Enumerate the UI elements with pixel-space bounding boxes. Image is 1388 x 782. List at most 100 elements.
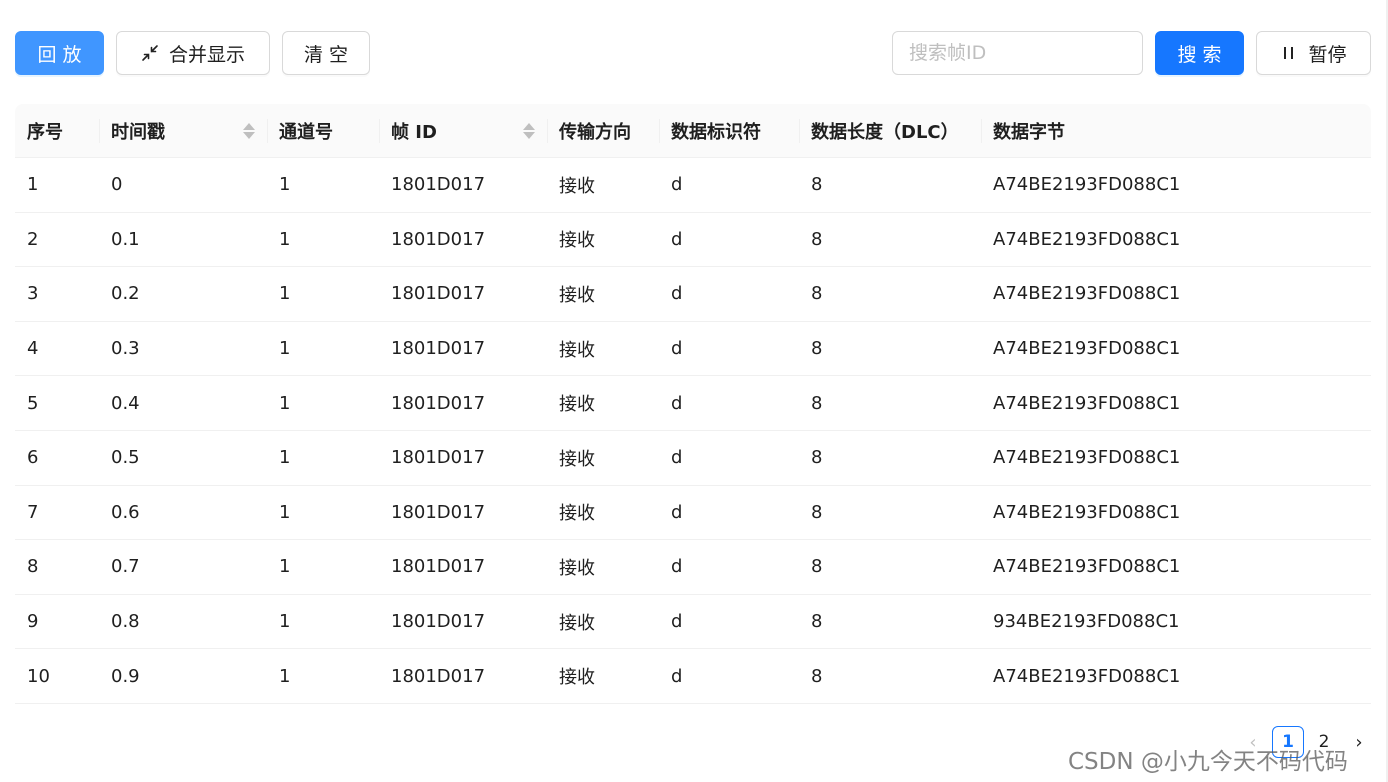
column-header-frame-id[interactable]: 帧 ID: [379, 104, 547, 158]
table-row[interactable]: 4 0.3 1 1801D017 接收 d 8 A74BE2193FD088C1: [15, 322, 1371, 377]
cell-data-bytes: A74BE2193FD088C1: [993, 283, 1181, 305]
cell-timestamp: 0.5: [111, 447, 140, 469]
cell-frame-id: 1801D017: [391, 338, 486, 360]
shrink-icon: [141, 44, 159, 62]
cell-index: 5: [27, 392, 39, 414]
cell-direction: 接收: [559, 612, 595, 634]
table-row[interactable]: 10 0.9 1 1801D017 接收 d 8 A74BE2193FD088C1: [15, 649, 1371, 704]
cell-index: 7: [27, 501, 39, 523]
cell-frame-id: 1801D017: [391, 447, 486, 469]
can-frame-table: 序号 时间戳 通道号 帧 ID 传输方向 数据标识符 数据长度（DLC） 数据字…: [15, 104, 1371, 704]
table-row[interactable]: 3 0.2 1 1801D017 接收 d 8 A74BE2193FD088C1: [15, 267, 1371, 322]
table-row[interactable]: 9 0.8 1 1801D017 接收 d 8 934BE2193FD088C1: [15, 595, 1371, 650]
pause-button[interactable]: 暂停: [1256, 31, 1371, 75]
clear-button-label: 清空: [303, 43, 354, 66]
cell-dlc: 8: [811, 447, 823, 469]
cell-direction: 接收: [559, 667, 595, 689]
cell-direction: 接收: [559, 448, 595, 470]
cell-data-bytes: A74BE2193FD088C1: [993, 501, 1181, 523]
column-header-timestamp[interactable]: 时间戳: [99, 104, 267, 158]
toolbar: 回放 合并显示 清空 搜索 暂停: [15, 31, 1371, 75]
cell-frame-id: 1801D017: [391, 556, 486, 578]
column-header-channel: 通道号: [267, 104, 379, 158]
cell-data-bytes: A74BE2193FD088C1: [993, 338, 1181, 360]
cell-data-identifier: d: [671, 611, 683, 633]
cell-index: 10: [27, 665, 50, 687]
cell-dlc: 8: [811, 174, 823, 196]
cell-channel: 1: [279, 556, 291, 578]
cell-dlc: 8: [811, 501, 823, 523]
cell-dlc: 8: [811, 556, 823, 578]
next-page-icon[interactable]: ›: [1344, 726, 1374, 758]
cell-direction: 接收: [559, 503, 595, 525]
cell-channel: 1: [279, 447, 291, 469]
search-button[interactable]: 搜索: [1155, 31, 1244, 75]
cell-dlc: 8: [811, 665, 823, 687]
cell-timestamp: 0.2: [111, 283, 140, 305]
table-row[interactable]: 2 0.1 1 1801D017 接收 d 8 A74BE2193FD088C1: [15, 213, 1371, 268]
cell-channel: 1: [279, 338, 291, 360]
cell-timestamp: 0.4: [111, 392, 140, 414]
cell-index: 6: [27, 447, 39, 469]
table-row[interactable]: 6 0.5 1 1801D017 接收 d 8 A74BE2193FD088C1: [15, 431, 1371, 486]
playback-button[interactable]: 回放: [15, 31, 104, 75]
cell-data-identifier: d: [671, 174, 683, 196]
cell-data-identifier: d: [671, 447, 683, 469]
pause-button-label: 暂停: [1308, 43, 1347, 66]
column-header-direction: 传输方向: [547, 104, 659, 158]
search-frame-id-input[interactable]: [892, 31, 1143, 75]
cell-dlc: 8: [811, 228, 823, 250]
merge-display-button-label: 合并显示: [168, 43, 245, 66]
column-header-dlc: 数据长度（DLC）: [799, 104, 981, 158]
cell-timestamp: 0.1: [111, 228, 140, 250]
cell-direction: 接收: [559, 394, 595, 416]
cell-channel: 1: [279, 611, 291, 633]
cell-data-bytes: 934BE2193FD088C1: [993, 611, 1180, 633]
cell-channel: 1: [279, 501, 291, 523]
table-row[interactable]: 1 0 1 1801D017 接收 d 8 A74BE2193FD088C1: [15, 158, 1371, 213]
pause-icon: [1280, 44, 1298, 62]
cell-channel: 1: [279, 228, 291, 250]
table-header: 序号 时间戳 通道号 帧 ID 传输方向 数据标识符 数据长度（DLC） 数据字…: [15, 104, 1371, 158]
cell-data-identifier: d: [671, 338, 683, 360]
cell-data-identifier: d: [671, 392, 683, 414]
cell-channel: 1: [279, 174, 291, 196]
cell-data-bytes: A74BE2193FD088C1: [993, 447, 1181, 469]
cell-direction: 接收: [559, 230, 595, 252]
cell-timestamp: 0.3: [111, 338, 140, 360]
cell-data-bytes: A74BE2193FD088C1: [993, 174, 1181, 196]
cell-index: 2: [27, 228, 39, 250]
cell-channel: 1: [279, 392, 291, 414]
cell-channel: 1: [279, 283, 291, 305]
cell-frame-id: 1801D017: [391, 611, 486, 633]
playback-button-label: 回放: [37, 43, 88, 66]
cell-dlc: 8: [811, 283, 823, 305]
table-row[interactable]: 5 0.4 1 1801D017 接收 d 8 A74BE2193FD088C1: [15, 376, 1371, 431]
cell-direction: 接收: [559, 175, 595, 197]
cell-direction: 接收: [559, 557, 595, 579]
cell-dlc: 8: [811, 611, 823, 633]
cell-timestamp: 0.8: [111, 611, 140, 633]
cell-channel: 1: [279, 665, 291, 687]
cell-timestamp: 0.9: [111, 665, 140, 687]
cell-index: 8: [27, 556, 39, 578]
clear-button[interactable]: 清空: [282, 31, 370, 75]
search-button-label: 搜索: [1177, 43, 1228, 66]
watermark: CSDN @小九今天不码代码: [1068, 749, 1348, 775]
cell-timestamp: 0.7: [111, 556, 140, 578]
cell-frame-id: 1801D017: [391, 665, 486, 687]
column-header-data-identifier: 数据标识符: [659, 104, 799, 158]
cell-direction: 接收: [559, 339, 595, 361]
cell-data-bytes: A74BE2193FD088C1: [993, 392, 1181, 414]
sort-icon[interactable]: [523, 123, 535, 139]
column-header-index: 序号: [27, 122, 63, 143]
cell-data-identifier: d: [671, 283, 683, 305]
sort-icon[interactable]: [243, 123, 255, 139]
table-row[interactable]: 8 0.7 1 1801D017 接收 d 8 A74BE2193FD088C1: [15, 540, 1371, 595]
cell-direction: 接收: [559, 284, 595, 306]
table-row[interactable]: 7 0.6 1 1801D017 接收 d 8 A74BE2193FD088C1: [15, 486, 1371, 541]
cell-data-bytes: A74BE2193FD088C1: [993, 665, 1181, 687]
merge-display-button[interactable]: 合并显示: [116, 31, 270, 75]
cell-data-bytes: A74BE2193FD088C1: [993, 556, 1181, 578]
cell-timestamp: 0.6: [111, 501, 140, 523]
